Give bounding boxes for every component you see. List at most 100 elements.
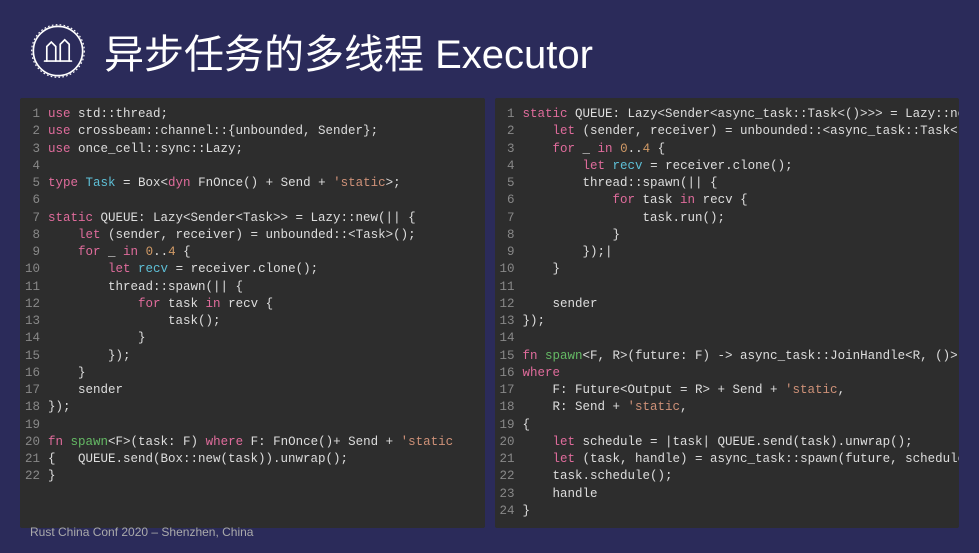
line-number: 2: [495, 123, 523, 140]
line-number: 15: [20, 348, 48, 365]
code-line: 4: [20, 158, 475, 175]
code-content: use crossbeam::channel::{unbounded, Send…: [48, 123, 378, 140]
line-number: 16: [20, 365, 48, 382]
code-content: thread::spawn(|| {: [523, 175, 718, 192]
code-line: 10 let recv = receiver.clone();: [20, 261, 475, 278]
code-content: use std::thread;: [48, 106, 168, 123]
line-number: 19: [495, 417, 523, 434]
code-line: 11: [495, 279, 950, 296]
code-content: where: [523, 365, 561, 382]
code-content: fn spawn<F>(task: F) where F: FnOnce()+ …: [48, 434, 453, 451]
code-line: 21 let (task, handle) = async_task::spaw…: [495, 451, 950, 468]
code-line: 6 for task in recv {: [495, 192, 950, 209]
line-number: 2: [20, 123, 48, 140]
code-content: static QUEUE: Lazy<Sender<Task>> = Lazy:…: [48, 210, 416, 227]
code-line: 7 task.run();: [495, 210, 950, 227]
line-number: 12: [20, 296, 48, 313]
line-number: 21: [20, 451, 48, 468]
code-line: 7static QUEUE: Lazy<Sender<Task>> = Lazy…: [20, 210, 475, 227]
code-content: });|: [523, 244, 613, 261]
code-line: 13});: [495, 313, 950, 330]
code-content: static QUEUE: Lazy<Sender<async_task::Ta…: [523, 106, 960, 123]
code-content: R: Send + 'static,: [523, 399, 688, 416]
code-line: 21{ QUEUE.send(Box::new(task)).unwrap();: [20, 451, 475, 468]
line-number: 20: [495, 434, 523, 451]
code-content: let recv = receiver.clone();: [523, 158, 793, 175]
code-content: type Task = Box<dyn FnOnce() + Send + 's…: [48, 175, 401, 192]
code-line: 15 });: [20, 348, 475, 365]
code-content: });: [523, 313, 546, 330]
code-content: sender: [48, 382, 123, 399]
line-number: 24: [495, 503, 523, 520]
code-line: 17 sender: [20, 382, 475, 399]
code-content: task.run();: [523, 210, 726, 227]
code-line: 20fn spawn<F>(task: F) where F: FnOnce()…: [20, 434, 475, 451]
code-line: 3use once_cell::sync::Lazy;: [20, 141, 475, 158]
code-content: let recv = receiver.clone();: [48, 261, 318, 278]
code-content: let (sender, receiver) = unbounded::<asy…: [523, 123, 960, 140]
code-content: { QUEUE.send(Box::new(task)).unwrap();: [48, 451, 348, 468]
code-content: for _ in 0..4 {: [523, 141, 666, 158]
line-number: 20: [20, 434, 48, 451]
line-number: 7: [20, 210, 48, 227]
line-number: 18: [495, 399, 523, 416]
code-panel-left: 1use std::thread;2use crossbeam::channel…: [20, 98, 485, 528]
line-number: 11: [495, 279, 523, 296]
line-number: 6: [495, 192, 523, 209]
slide-footer: Rust China Conf 2020 – Shenzhen, China: [30, 525, 253, 539]
slide-title: 异步任务的多线程 Executor: [104, 22, 593, 80]
line-number: 13: [20, 313, 48, 330]
code-line: 9 for _ in 0..4 {: [20, 244, 475, 261]
code-line: 18 R: Send + 'static,: [495, 399, 950, 416]
code-content: sender: [523, 296, 598, 313]
line-number: 8: [495, 227, 523, 244]
code-line: 12 sender: [495, 296, 950, 313]
code-content: });: [48, 348, 131, 365]
code-line: 8 let (sender, receiver) = unbounded::<T…: [20, 227, 475, 244]
code-line: 1static QUEUE: Lazy<Sender<async_task::T…: [495, 106, 950, 123]
line-number: 10: [20, 261, 48, 278]
code-line: 10 }: [495, 261, 950, 278]
code-line: 12 for task in recv {: [20, 296, 475, 313]
code-line: 22}: [20, 468, 475, 485]
conference-logo-icon: [30, 23, 86, 79]
code-content: }: [48, 330, 146, 347]
code-line: 22 task.schedule();: [495, 468, 950, 485]
line-number: 22: [495, 468, 523, 485]
line-number: 14: [20, 330, 48, 347]
line-number: 9: [495, 244, 523, 261]
line-number: 4: [20, 158, 48, 175]
code-line: 1use std::thread;: [20, 106, 475, 123]
code-line: 15fn spawn<F, R>(future: F) -> async_tas…: [495, 348, 950, 365]
line-number: 17: [20, 382, 48, 399]
code-line: 16 }: [20, 365, 475, 382]
line-number: 14: [495, 330, 523, 347]
code-line: 23 handle: [495, 486, 950, 503]
code-content: task();: [48, 313, 221, 330]
code-line: 11 thread::spawn(|| {: [20, 279, 475, 296]
code-content: let schedule = |task| QUEUE.send(task).u…: [523, 434, 913, 451]
line-number: 6: [20, 192, 48, 209]
line-number: 5: [495, 175, 523, 192]
code-line: 8 }: [495, 227, 950, 244]
code-content: handle: [523, 486, 598, 503]
code-line: 9 });|: [495, 244, 950, 261]
code-line: 14 }: [20, 330, 475, 347]
line-number: 3: [20, 141, 48, 158]
code-content: }: [523, 503, 531, 520]
line-number: 16: [495, 365, 523, 382]
line-number: 12: [495, 296, 523, 313]
code-content: for task in recv {: [48, 296, 273, 313]
line-number: 23: [495, 486, 523, 503]
line-number: 17: [495, 382, 523, 399]
line-number: 8: [20, 227, 48, 244]
code-content: use once_cell::sync::Lazy;: [48, 141, 243, 158]
line-number: 13: [495, 313, 523, 330]
code-content: F: Future<Output = R> + Send + 'static,: [523, 382, 846, 399]
code-line: 17 F: Future<Output = R> + Send + 'stati…: [495, 382, 950, 399]
code-line: 5 thread::spawn(|| {: [495, 175, 950, 192]
code-line: 18});: [20, 399, 475, 416]
line-number: 5: [20, 175, 48, 192]
code-line: 2 let (sender, receiver) = unbounded::<a…: [495, 123, 950, 140]
code-line: 2use crossbeam::channel::{unbounded, Sen…: [20, 123, 475, 140]
